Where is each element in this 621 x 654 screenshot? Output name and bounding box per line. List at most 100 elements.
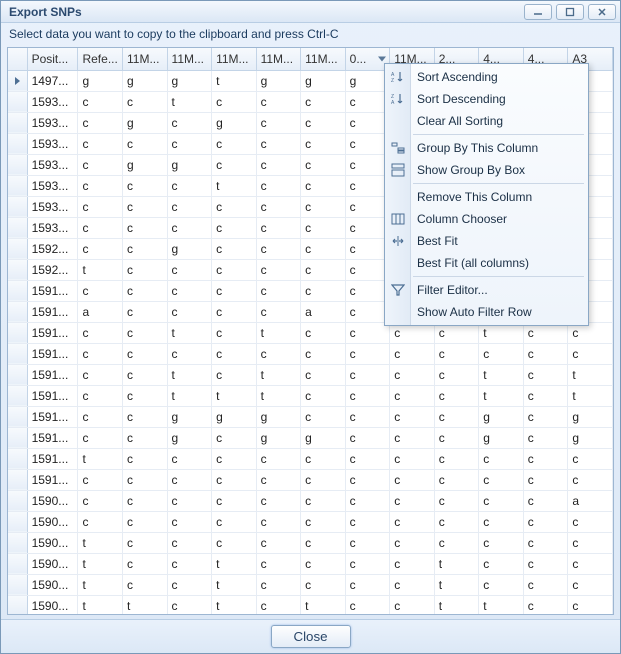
data-cell[interactable]: c [123, 133, 168, 154]
data-cell[interactable]: c [212, 322, 257, 343]
data-cell[interactable]: c [256, 175, 301, 196]
data-cell[interactable]: c [123, 301, 168, 322]
position-cell[interactable]: 1497... [27, 70, 78, 91]
table-row[interactable]: 1590...ccccccccccca [8, 490, 613, 511]
data-cell[interactable]: c [212, 511, 257, 532]
data-cell[interactable]: c [568, 469, 613, 490]
data-cell[interactable]: c [479, 553, 524, 574]
data-cell[interactable]: c [568, 595, 613, 615]
data-cell[interactable]: c [345, 259, 390, 280]
data-cell[interactable]: c [167, 511, 212, 532]
data-cell[interactable]: c [78, 196, 123, 217]
data-cell[interactable]: c [123, 490, 168, 511]
data-cell[interactable]: g [568, 427, 613, 448]
data-cell[interactable]: c [345, 511, 390, 532]
data-cell[interactable]: c [434, 427, 479, 448]
data-cell[interactable]: c [523, 469, 568, 490]
position-cell[interactable]: 1593... [27, 91, 78, 112]
data-cell[interactable]: c [167, 490, 212, 511]
data-cell[interactable]: c [345, 532, 390, 553]
data-cell[interactable]: c [345, 595, 390, 615]
data-cell[interactable]: c [568, 448, 613, 469]
data-cell[interactable]: c [301, 553, 346, 574]
data-cell[interactable]: c [167, 448, 212, 469]
data-cell[interactable]: c [256, 238, 301, 259]
data-cell[interactable]: c [212, 490, 257, 511]
data-cell[interactable]: c [78, 175, 123, 196]
data-cell[interactable]: c [345, 574, 390, 595]
data-cell[interactable]: c [523, 532, 568, 553]
column-header[interactable]: 11M... [212, 48, 257, 70]
data-cell[interactable]: c [78, 343, 123, 364]
position-cell[interactable]: 1591... [27, 301, 78, 322]
data-cell[interactable]: c [78, 238, 123, 259]
data-cell[interactable]: c [123, 343, 168, 364]
table-row[interactable]: 1590...tccccccccccc [8, 532, 613, 553]
data-cell[interactable]: t [167, 322, 212, 343]
data-cell[interactable]: c [301, 448, 346, 469]
data-cell[interactable]: g [123, 112, 168, 133]
data-cell[interactable]: c [78, 133, 123, 154]
data-cell[interactable]: g [256, 70, 301, 91]
data-cell[interactable]: c [345, 112, 390, 133]
column-header[interactable]: Refe... [78, 48, 123, 70]
data-cell[interactable]: t [212, 70, 257, 91]
menu-best-fit-all[interactable]: Best Fit (all columns) [385, 252, 588, 274]
data-cell[interactable]: c [123, 217, 168, 238]
data-cell[interactable]: c [390, 448, 435, 469]
data-cell[interactable]: c [256, 553, 301, 574]
data-cell[interactable]: g [479, 427, 524, 448]
data-cell[interactable]: c [123, 574, 168, 595]
data-cell[interactable]: c [301, 385, 346, 406]
position-cell[interactable]: 1591... [27, 406, 78, 427]
data-cell[interactable]: c [123, 238, 168, 259]
data-cell[interactable]: c [301, 280, 346, 301]
position-cell[interactable]: 1590... [27, 574, 78, 595]
data-cell[interactable]: c [345, 469, 390, 490]
position-cell[interactable]: 1591... [27, 364, 78, 385]
data-cell[interactable]: c [479, 574, 524, 595]
maximize-button[interactable] [556, 4, 584, 20]
data-cell[interactable]: g [167, 238, 212, 259]
data-cell[interactable]: c [479, 448, 524, 469]
data-cell[interactable]: c [301, 112, 346, 133]
data-cell[interactable]: c [523, 490, 568, 511]
data-cell[interactable]: t [434, 574, 479, 595]
column-header[interactable]: 0... [345, 48, 390, 70]
data-cell[interactable]: c [123, 511, 168, 532]
data-cell[interactable]: c [345, 322, 390, 343]
data-cell[interactable]: c [123, 91, 168, 112]
data-cell[interactable]: c [212, 133, 257, 154]
data-cell[interactable]: c [301, 217, 346, 238]
data-cell[interactable]: t [434, 553, 479, 574]
data-cell[interactable]: c [78, 91, 123, 112]
data-cell[interactable]: c [123, 553, 168, 574]
position-cell[interactable]: 1592... [27, 238, 78, 259]
data-cell[interactable]: c [123, 259, 168, 280]
data-cell[interactable]: c [301, 322, 346, 343]
data-cell[interactable]: c [568, 553, 613, 574]
data-cell[interactable]: c [167, 259, 212, 280]
data-cell[interactable]: c [167, 553, 212, 574]
data-cell[interactable]: c [345, 406, 390, 427]
data-cell[interactable]: c [256, 112, 301, 133]
position-cell[interactable]: 1591... [27, 427, 78, 448]
column-header[interactable]: 11M... [167, 48, 212, 70]
data-cell[interactable]: c [434, 406, 479, 427]
data-cell[interactable]: c [256, 490, 301, 511]
data-cell[interactable]: g [212, 112, 257, 133]
data-cell[interactable]: c [212, 469, 257, 490]
data-cell[interactable]: t [301, 595, 346, 615]
data-cell[interactable]: c [523, 448, 568, 469]
data-cell[interactable]: c [301, 532, 346, 553]
data-cell[interactable]: t [123, 595, 168, 615]
data-cell[interactable]: c [345, 238, 390, 259]
column-header[interactable]: 11M... [256, 48, 301, 70]
data-cell[interactable]: c [256, 343, 301, 364]
data-cell[interactable]: c [523, 553, 568, 574]
data-cell[interactable]: c [212, 217, 257, 238]
data-cell[interactable]: c [568, 343, 613, 364]
position-cell[interactable]: 1593... [27, 175, 78, 196]
data-cell[interactable]: c [523, 406, 568, 427]
menu-column-chooser[interactable]: Column Chooser [385, 208, 588, 230]
